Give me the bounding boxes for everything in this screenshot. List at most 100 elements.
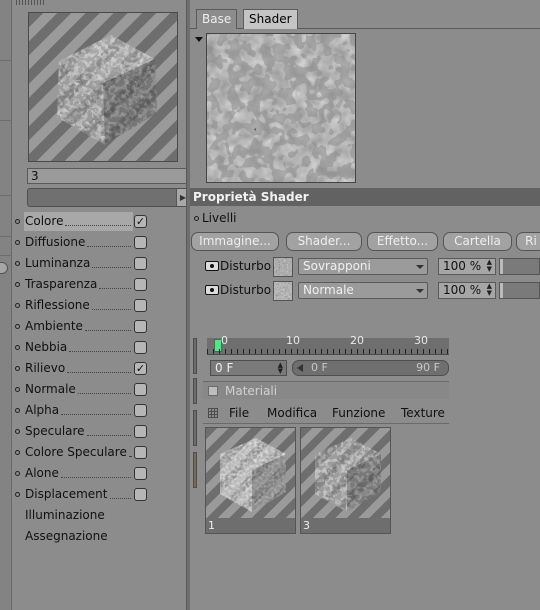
dotted-leader [87, 246, 131, 247]
channel-label: Rilievo [25, 361, 66, 375]
bullet-icon [15, 471, 20, 476]
panel-grip[interactable] [16, 0, 46, 5]
layer-thumbnail[interactable] [273, 257, 293, 277]
material-label: 3 [301, 518, 390, 533]
shader-layer-row[interactable]: Disturbo Normale 100 % ▲ ▼ [202, 281, 540, 301]
shader-layer-row[interactable]: Disturbo Sovrapponi 100 % ▲ ▼ [202, 257, 540, 277]
channel-item[interactable]: Riflessione [12, 295, 186, 316]
layer-thumbnail[interactable] [273, 281, 293, 301]
channel-item[interactable]: Ambiente [12, 316, 186, 337]
range-left-arrow-icon[interactable] [297, 364, 303, 372]
dock-handle[interactable] [193, 338, 197, 374]
dock-handle[interactable] [193, 452, 197, 488]
blend-mode-value: Sovrapponi [303, 259, 371, 273]
blend-mode-select[interactable]: Normale [298, 282, 428, 299]
channel-checkbox[interactable] [134, 404, 147, 417]
slider-handle[interactable] [500, 283, 503, 298]
menu-item-texture[interactable]: Texture [401, 402, 445, 424]
blend-mode-select[interactable]: Sovrapponi [298, 258, 428, 275]
remove-button[interactable]: Ri [516, 232, 540, 251]
grip-icon[interactable] [208, 408, 218, 418]
channel-checkbox[interactable] [134, 488, 147, 501]
opacity-field[interactable]: 100 % ▲ ▼ [438, 282, 496, 299]
effect-button[interactable]: Effetto... [367, 232, 438, 251]
materials-title: Materiali [225, 384, 278, 398]
spinner-icon[interactable]: ▲ ▼ [487, 283, 492, 297]
channel-item[interactable]: Trasparenza [12, 274, 186, 295]
eye-icon[interactable] [205, 285, 219, 295]
spinner-icon[interactable]: ▲ ▼ [278, 362, 283, 375]
channel-checkbox[interactable] [134, 278, 147, 291]
channel-label: Colore Speculare [25, 445, 127, 459]
channel-item[interactable]: Alone [12, 463, 186, 484]
channel-checkbox[interactable]: ✓ [134, 362, 147, 375]
channel-item[interactable]: Displacement [12, 484, 186, 505]
opacity-slider[interactable] [499, 282, 540, 299]
collapse-triangle-icon[interactable] [195, 37, 203, 42]
menu-item-file[interactable]: File [229, 402, 249, 424]
channel-checkbox[interactable] [134, 236, 147, 249]
dotted-leader [87, 435, 131, 436]
channel-checkbox[interactable] [134, 320, 147, 333]
channel-item[interactable]: Colore ✓ [12, 211, 186, 232]
channel-checkbox[interactable] [134, 383, 147, 396]
material-sphere-icon [315, 438, 381, 512]
channel-item[interactable]: Normale [12, 379, 186, 400]
channel-label: Riflessione [25, 298, 90, 312]
material-thumbnail[interactable]: 1 [205, 427, 296, 534]
current-frame-field[interactable]: 0 F ▲ ▼ [210, 360, 287, 376]
material-thumbnail[interactable]: 3 [300, 427, 391, 534]
dock-handle[interactable] [193, 410, 197, 446]
frame-range-slider[interactable]: 0 F 90 F [292, 360, 449, 376]
bullet-icon [194, 216, 199, 221]
menu-item-funzione[interactable]: Funzione [332, 402, 385, 424]
channel-label: Nebbia [25, 340, 68, 354]
material-name-field[interactable]: 3 [27, 168, 190, 184]
eye-icon[interactable] [205, 261, 219, 271]
channel-item[interactable]: Nebbia [12, 337, 186, 358]
opacity-slider[interactable] [499, 258, 540, 275]
layer-name: Disturbo [220, 259, 272, 273]
channel-item[interactable]: Speculare [12, 421, 186, 442]
channel-item[interactable]: Luminanza [12, 253, 186, 274]
channel-checkbox[interactable] [134, 341, 147, 354]
folder-button[interactable]: Cartella [443, 232, 512, 251]
channel-item[interactable]: Alpha [12, 400, 186, 421]
channel-checkbox[interactable] [134, 257, 147, 270]
opacity-field[interactable]: 100 % ▲ ▼ [438, 258, 496, 275]
shader-button[interactable]: Shader... [286, 232, 362, 251]
channel-label: Luminanza [25, 256, 91, 270]
tab-base[interactable]: Base [196, 9, 238, 29]
channel-checkbox[interactable] [134, 425, 147, 438]
materials-checkbox[interactable] [208, 386, 218, 396]
channel-item[interactable]: Diffusione [12, 232, 186, 253]
menu-item-modifica[interactable]: Modifica [267, 402, 317, 424]
viewport-knob[interactable] [0, 262, 8, 274]
channel-item[interactable]: Rilievo ✓ [12, 358, 186, 379]
materials-menu-bar: File Modifica Funzione Texture [203, 402, 449, 424]
viewport-edge [0, 0, 12, 610]
noise-texture-icon [207, 34, 355, 182]
dock-handle[interactable] [193, 378, 197, 404]
spinner-icon[interactable]: ▲ ▼ [487, 259, 492, 273]
channel-checkbox[interactable] [134, 299, 147, 312]
bullet-icon [15, 282, 20, 287]
channel-item[interactable]: Colore Speculare [12, 442, 186, 463]
layers-label: Livelli [194, 210, 237, 226]
channel-item[interactable]: Assegnazione [12, 526, 186, 547]
texture-preview [206, 33, 356, 183]
channel-checkbox[interactable] [134, 446, 147, 459]
tab-shader[interactable]: Shader [243, 9, 298, 29]
ruler-label: 10 [286, 334, 300, 347]
channel-dropdown[interactable]: ▶ [27, 188, 190, 207]
image-button[interactable]: Immagine... [191, 232, 279, 251]
timeline-ruler[interactable]: 0 10 20 30 [207, 334, 449, 355]
channel-label: Illuminazione [25, 508, 105, 522]
slider-handle[interactable] [500, 259, 503, 274]
material-preview[interactable] [28, 12, 178, 162]
channel-checkbox[interactable] [134, 467, 147, 480]
channel-item[interactable]: Illuminazione [12, 505, 186, 526]
channel-checkbox[interactable]: ✓ [134, 215, 147, 228]
dotted-leader [69, 351, 131, 352]
granite-cube-icon [57, 35, 157, 145]
